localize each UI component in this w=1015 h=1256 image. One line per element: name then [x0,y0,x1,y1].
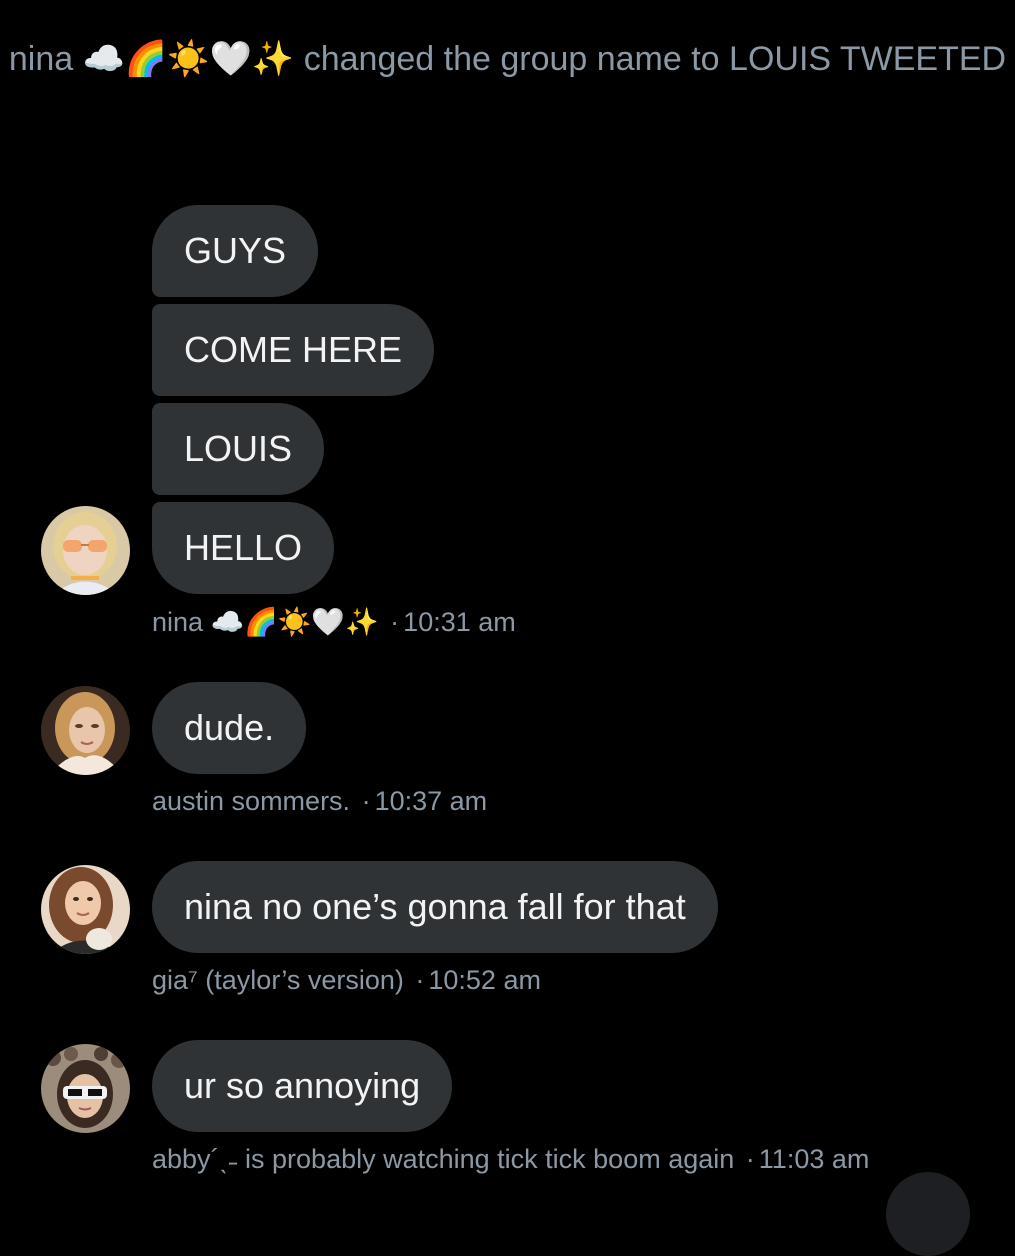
message-time: 11:03 am [758,1144,870,1174]
sender-name: gia⁷ (taylor’s version) [152,965,404,995]
message-bubble[interactable]: LOUIS [152,403,325,495]
message-text: GUYS [184,230,287,271]
message-meta: abby´ˎ˗ is probably watching tick tick b… [152,1142,869,1176]
message-time: 10:31 am [403,607,516,637]
avatar-abby[interactable] [41,1044,130,1133]
message-bubble[interactable]: nina no one’s gonna fall for that [152,861,718,953]
message-bubble[interactable]: dude. [152,682,307,774]
notice-action: changed the group name to LOUIS TWEETED [303,40,1007,78]
message-bubble[interactable]: ur so annoying [152,1040,453,1132]
avatar-austin-image [41,686,130,775]
message-meta: nina ☁️🌈☀️🤍✨ · 10:31 am [152,605,516,640]
sender-emoji: ☁️🌈☀️🤍✨ [210,607,379,638]
message-text: LOUIS [184,428,293,469]
meta-separator: · [390,607,400,637]
group-name-change-notice: nina ☁️🌈☀️🤍✨ changed the group name to L… [0,36,1015,82]
message-text: nina no one’s gonna fall for that [184,886,686,927]
scroll-to-bottom-button[interactable] [886,1172,970,1256]
message-text: COME HERE [184,329,403,370]
message-text: HELLO [184,527,303,568]
sender-name: nina [152,607,204,637]
meta-separator: · [361,786,371,816]
avatar-austin[interactable] [41,686,130,775]
message-bubble[interactable]: GUYS [152,205,319,297]
message-bubble[interactable]: HELLO [152,502,335,594]
message-text: ur so annoying [184,1065,421,1106]
avatar-gia[interactable] [41,865,130,954]
message-time: 10:52 am [428,965,541,995]
message-bubble[interactable]: COME HERE [152,304,435,396]
message-time: 10:37 am [374,786,488,816]
avatar-gia-image [41,865,130,954]
avatar-nina-image [41,506,130,595]
sender-name: abby´ˎ˗ is probably watching tick tick b… [152,1144,735,1174]
avatar-nina[interactable] [41,506,130,595]
message-meta: gia⁷ (taylor’s version) · 10:52 am [152,963,541,997]
sender-name: austin sommers. [152,786,351,816]
notice-actor: nina [8,40,74,78]
message-meta: austin sommers. · 10:37 am [152,784,487,818]
message-text: dude. [184,707,275,748]
meta-separator: · [415,965,425,995]
avatar-abby-image [41,1044,130,1133]
notice-actor-emoji: ☁️🌈☀️🤍✨ [82,39,295,79]
meta-separator: · [745,1144,755,1174]
